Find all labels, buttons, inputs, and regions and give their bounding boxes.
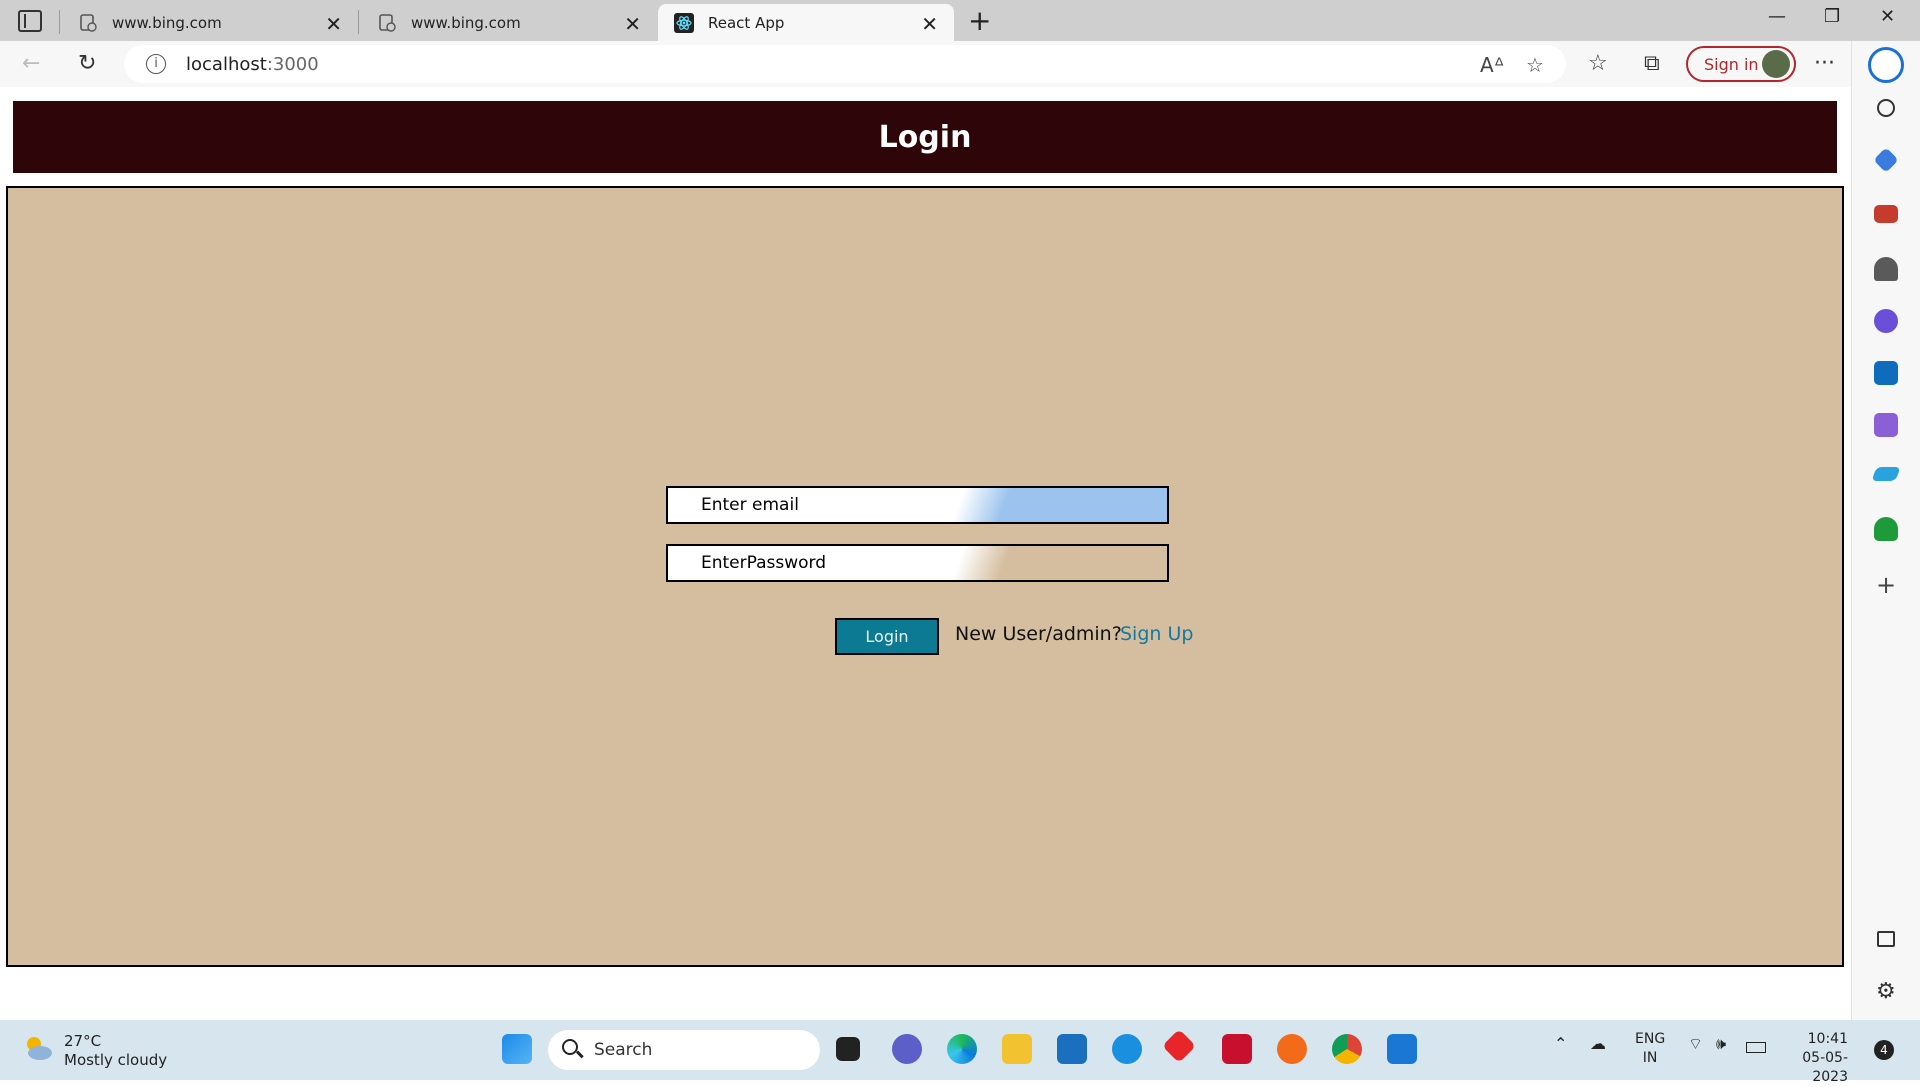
taskbar: 27°C Mostly cloudy Search ⌃ ☁ ENG IN ⌔ 🕪… (0, 1020, 1920, 1085)
task-view-icon[interactable] (836, 1037, 860, 1061)
chrome-icon[interactable] (1332, 1034, 1362, 1064)
lang-line2: IN (1642, 1050, 1658, 1066)
shopping-icon[interactable] (1873, 147, 1899, 173)
add-favorite-icon[interactable]: ☆ (1526, 53, 1544, 77)
weather-temp: 27°C (64, 1032, 102, 1050)
close-icon[interactable]: ✕ (921, 12, 938, 36)
outlook-icon[interactable] (1874, 361, 1898, 385)
search-icon (562, 1039, 578, 1055)
language-indicator[interactable]: ENG IN (1635, 1030, 1665, 1068)
page-title: Login (13, 101, 1837, 173)
tree-icon[interactable] (1874, 517, 1898, 541)
help-icon[interactable] (1112, 1034, 1142, 1064)
clock[interactable]: 10:41 05-05-2023 (1782, 1030, 1848, 1087)
volume-icon[interactable]: 🕪 (1716, 1034, 1726, 1054)
page-favicon-icon (78, 13, 98, 33)
tab-bing-2[interactable]: www.bing.com ✕ (361, 4, 657, 41)
battery-icon[interactable] (1746, 1042, 1766, 1053)
refresh-icon[interactable]: ↻ (78, 51, 96, 76)
office-icon[interactable] (1874, 309, 1898, 333)
notification-badge[interactable]: 4 (1874, 1040, 1894, 1060)
store-icon[interactable] (1057, 1034, 1087, 1064)
page-viewport: Login Enter email EnterPassword Login Ne… (0, 87, 1851, 1020)
url-host: localhost (186, 54, 267, 75)
tab-react-app[interactable]: React App ✕ (658, 4, 954, 41)
search-label: Search (594, 1040, 653, 1060)
tab-label: www.bing.com (112, 13, 222, 32)
email-field[interactable]: Enter email (666, 486, 1169, 524)
edge-sidebar: + ⚙ (1851, 41, 1920, 1020)
search-icon[interactable] (1877, 99, 1895, 117)
clock-time: 10:41 (1807, 1031, 1848, 1047)
sign-in-label: Sign in (1704, 54, 1759, 74)
close-icon[interactable]: ✕ (325, 12, 342, 36)
mcafee-icon[interactable] (1222, 1034, 1252, 1064)
settings-icon[interactable]: ⚙ (1876, 979, 1900, 1004)
navigation-bar: ← ↻ i localhost:3000 A͏ᐞ ☆ ☆ ⧉ Sign in ·… (0, 41, 1920, 87)
address-bar[interactable]: i localhost:3000 A͏ᐞ ☆ (124, 45, 1566, 83)
close-icon[interactable]: ✕ (624, 12, 641, 36)
cloud-sun-icon (27, 1037, 52, 1060)
info-icon[interactable]: i (146, 54, 166, 74)
tab-separator (59, 10, 60, 34)
chat-icon[interactable] (892, 1034, 922, 1064)
games-icon[interactable] (1874, 257, 1898, 281)
tab-label: React App (708, 13, 785, 32)
back-icon[interactable]: ← (22, 51, 40, 76)
login-button[interactable]: Login (835, 618, 939, 655)
firefox-icon[interactable] (1277, 1034, 1307, 1064)
read-aloud-icon[interactable]: A͏ᐞ (1480, 53, 1505, 77)
new-user-text: New User/admin? (955, 623, 1122, 645)
window-close-icon[interactable]: ✕ (1880, 6, 1895, 27)
avatar (1762, 50, 1790, 78)
bing-icon[interactable] (1868, 47, 1904, 83)
sign-up-link[interactable]: Sign Up (1120, 623, 1193, 645)
drop-icon[interactable] (1871, 467, 1901, 481)
tab-separator (358, 10, 359, 34)
clock-date: 05-05-2023 (1802, 1050, 1848, 1085)
file-explorer-icon[interactable] (1002, 1034, 1032, 1064)
page-favicon-icon (377, 13, 397, 33)
tab-strip: www.bing.com ✕ www.bing.com ✕ React App … (0, 0, 1920, 41)
password-field[interactable]: EnterPassword (666, 544, 1169, 582)
tab-bing-1[interactable]: www.bing.com ✕ (62, 4, 358, 41)
taskbar-search[interactable]: Search (548, 1030, 820, 1070)
password-placeholder: EnterPassword (701, 553, 827, 573)
new-tab-icon[interactable]: + (968, 4, 991, 37)
designer-icon[interactable] (1874, 413, 1898, 437)
onedrive-icon[interactable]: ☁ (1590, 1034, 1606, 1053)
weather-desc: Mostly cloudy (64, 1051, 168, 1069)
vscode-icon[interactable] (1387, 1034, 1417, 1064)
restore-icon[interactable]: ❐ (1824, 6, 1840, 27)
edge-icon[interactable] (947, 1034, 977, 1064)
add-icon[interactable]: + (1876, 571, 1900, 599)
react-icon (674, 12, 694, 33)
start-icon[interactable] (502, 1034, 532, 1064)
tab-actions-icon[interactable] (18, 10, 42, 32)
sidebar-toggle-icon[interactable] (1877, 931, 1895, 947)
minimize-icon[interactable]: — (1768, 6, 1786, 27)
favorites-icon[interactable]: ☆ (1588, 51, 1608, 76)
collections-icon[interactable]: ⧉ (1644, 51, 1660, 76)
more-icon[interactable]: ··· (1814, 51, 1835, 76)
show-hidden-icons-icon[interactable]: ⌃ (1554, 1034, 1567, 1053)
url-text[interactable]: localhost:3000 (186, 54, 319, 75)
lang-line1: ENG (1635, 1031, 1666, 1047)
email-placeholder: Enter email (701, 495, 799, 515)
tools-icon[interactable] (1874, 205, 1898, 223)
url-port: :3000 (266, 54, 319, 75)
sign-in-button[interactable]: Sign in (1686, 46, 1796, 82)
wifi-icon[interactable]: ⌔ (1688, 1034, 1703, 1054)
app-diamond-icon[interactable] (1162, 1029, 1196, 1063)
tab-label: www.bing.com (411, 13, 521, 32)
